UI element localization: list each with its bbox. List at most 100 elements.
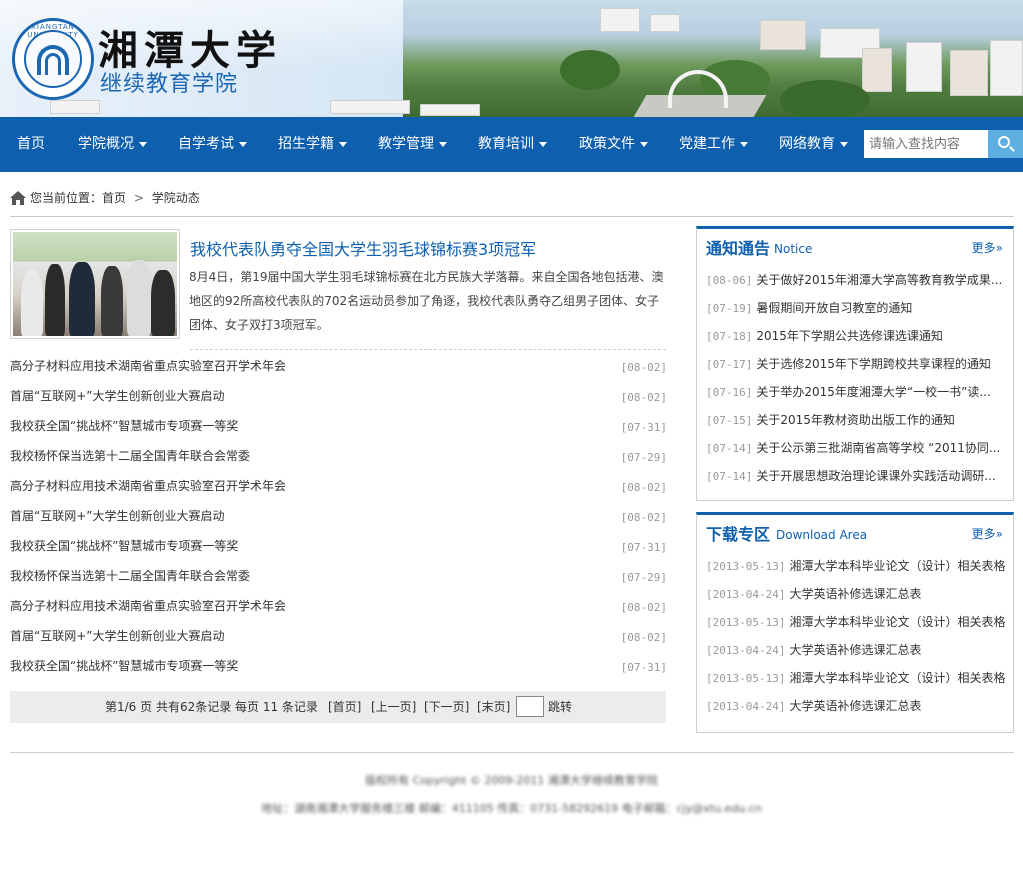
nav-item-label: 首页 [17,136,45,152]
list-item[interactable]: 我校获全国“挑战杯”智慧城市专项赛一等奖 [07-31] [10,412,667,442]
photo-person [69,262,95,336]
notice-item-title: 关于2015年教材资助出版工作的通知 [756,413,955,427]
campus-trees [560,50,620,90]
nav-item-training[interactable]: 教育培训 [478,117,547,172]
nav-item-label: 学院概况 [78,136,134,152]
news-date: [08-02] [620,391,667,404]
caret-down-icon [339,141,347,147]
notice-date: [07-16] [706,386,753,399]
list-item[interactable]: 高分子材料应用技术湖南省重点实验室召开学术年会 [08-02] [10,472,667,502]
news-date: [08-02] [620,361,667,374]
campus-building [420,104,480,116]
nav-item-online[interactable]: 网络教育 [779,117,848,172]
nav-item-label: 网络教育 [779,136,835,152]
featured-news-description: 8月4日，第19届中国大学生羽毛球锦标赛在北方民族大学落幕。来自全国各地包括港、… [189,270,664,332]
list-item[interactable]: [07-19] 暑假期间开放自习教室的通知 [706,294,1006,322]
list-item[interactable]: [07-17] 关于选修2015年下学期跨校共享课程的通知 [706,350,1006,378]
notice-title: 通知通告 [706,239,771,258]
featured-news-title[interactable]: 我校代表队勇夺全国大学生羽毛球锦标赛3项冠军 [190,236,536,260]
list-item[interactable]: 高分子材料应用技术湖南省重点实验室召开学术年会 [08-02] [10,592,667,622]
home-icon [10,191,26,205]
pager-go-button[interactable]: 跳转 [548,691,572,723]
caret-down-icon [640,141,648,147]
download-panel-header: 下载专区 Download Area 更多» [697,515,1013,548]
search-button[interactable] [988,130,1023,158]
list-item[interactable]: [07-15] 关于2015年教材资助出版工作的通知 [706,406,1006,434]
download-item-title: 湘潭大学本科毕业论文（设计）相关表格 [789,615,1006,629]
news-list: 高分子材料应用技术湖南省重点实验室召开学术年会 [08-02] 首届“互联网+”大… [10,352,667,682]
photo-person [21,270,43,336]
list-item[interactable]: 首届“互联网+”大学生创新创业大赛启动 [08-02] [10,502,667,532]
download-date: [2013-04-24] [706,700,786,713]
list-item[interactable]: [07-16] 关于举办2015年度湘潭大学“一校一书”读... [706,378,1006,406]
notice-panel-header: 通知通告 Notice 更多» [697,229,1013,262]
campus-building [330,100,410,114]
nav-item-admission[interactable]: 招生学籍 [278,117,347,172]
download-panel: 下载专区 Download Area 更多» [2013-05-13] 湘潭大学本… [696,512,1014,733]
download-date: [2013-04-24] [706,588,786,601]
nav-item-policy[interactable]: 政策文件 [579,117,648,172]
news-title: 高分子材料应用技术湖南省重点实验室召开学术年会 [10,479,287,493]
news-date: [07-31] [620,541,667,554]
download-more-link[interactable]: 更多» [972,525,1003,542]
photo-person [127,260,151,336]
list-item[interactable]: 高分子材料应用技术湖南省重点实验室召开学术年会 [08-02] [10,352,667,382]
news-title: 首届“互联网+”大学生创新创业大赛启动 [10,389,225,403]
caret-down-icon [539,141,547,147]
featured-photo[interactable] [10,229,180,339]
breadcrumb-divider [10,216,1014,217]
nav-item-home[interactable]: 首页 [17,117,45,172]
download-date: [2013-05-13] [706,560,786,573]
list-item[interactable]: [2013-04-24] 大学英语补修选课汇总表 [706,692,1006,720]
news-date: [08-02] [620,631,667,644]
pager-last-link[interactable]: [末页] [477,691,510,723]
nav-item-teaching[interactable]: 教学管理 [378,117,447,172]
list-item[interactable]: [07-18] 2015年下学期公共选修课选课通知 [706,322,1006,350]
notice-item-title: 关于举办2015年度湘潭大学“一校一书”读... [756,385,991,399]
nav-item-about[interactable]: 学院概况 [78,117,147,172]
campus-building [600,8,640,32]
list-item[interactable]: 我校杨怀保当选第十二届全国青年联合会常委 [07-29] [10,562,667,592]
notice-panel: 通知通告 Notice 更多» [08-06] 关于做好2015年湘潭大学高等教育… [696,226,1014,501]
pager-prev-link[interactable]: [上一页] [371,691,416,723]
pager-next-link[interactable]: [下一页] [424,691,469,723]
list-item[interactable]: [2013-05-13] 湘潭大学本科毕业论文（设计）相关表格 [706,608,1006,636]
list-item[interactable]: 我校获全国“挑战杯”智慧城市专项赛一等奖 [07-31] [10,652,667,682]
campus-building [760,20,806,50]
list-item[interactable]: 我校杨怀保当选第十二届全国青年联合会常委 [07-29] [10,442,667,472]
news-date: [07-29] [620,451,667,464]
download-item-title: 大学英语补修选课汇总表 [789,587,922,601]
nav-item-label: 招生学籍 [278,136,334,152]
caret-down-icon [840,141,848,147]
list-item[interactable]: 我校获全国“挑战杯”智慧城市专项赛一等奖 [07-31] [10,532,667,562]
nav-item-self-exam[interactable]: 自学考试 [178,117,247,172]
notice-date: [07-15] [706,414,753,427]
news-title: 我校杨怀保当选第十二届全国青年联合会常委 [10,569,251,583]
pager-first-link[interactable]: [首页] [328,691,361,723]
pager-summary: 第1/6 页 共有62条记录 每页 11 条记录 [105,700,318,714]
campus-building [906,42,942,92]
search-icon [998,136,1010,148]
list-item[interactable]: [2013-05-13] 湘潭大学本科毕业论文（设计）相关表格 [706,552,1006,580]
list-item[interactable]: 首届“互联网+”大学生创新创业大赛启动 [08-02] [10,622,667,652]
search-input[interactable] [864,130,988,158]
breadcrumb-home[interactable]: 首页 [102,191,126,205]
list-item[interactable]: [2013-04-24] 大学英语补修选课汇总表 [706,580,1006,608]
notice-more-link[interactable]: 更多» [972,239,1003,256]
search-icon-handle [1009,146,1015,152]
notice-item-title: 关于做好2015年湘潭大学高等教育教学成果... [756,273,1003,287]
list-item[interactable]: [2013-05-13] 湘潭大学本科毕业论文（设计）相关表格 [706,664,1006,692]
campus-building [50,100,100,114]
page-number-input[interactable] [516,696,544,717]
breadcrumb-prefix: 您当前位置： [30,191,103,205]
notice-list: [08-06] 关于做好2015年湘潭大学高等教育教学成果... [07-19] 暑… [697,262,1013,490]
list-item[interactable]: [07-14] 关于公示第三批湖南省高等学校 “2011协同... [706,434,1006,462]
featured-divider [190,349,666,350]
list-item[interactable]: [08-06] 关于做好2015年湘潭大学高等教育教学成果... [706,266,1006,294]
list-item[interactable]: 首届“互联网+”大学生创新创业大赛启动 [08-02] [10,382,667,412]
campus-building [650,14,680,32]
list-item[interactable]: [2013-04-24] 大学英语补修选课汇总表 [706,636,1006,664]
nav-item-party[interactable]: 党建工作 [679,117,748,172]
college-name: 继续教育学院 [100,72,239,97]
list-item[interactable]: [07-14] 关于开展思想政治理论课课外实践活动调研... [706,462,1006,490]
